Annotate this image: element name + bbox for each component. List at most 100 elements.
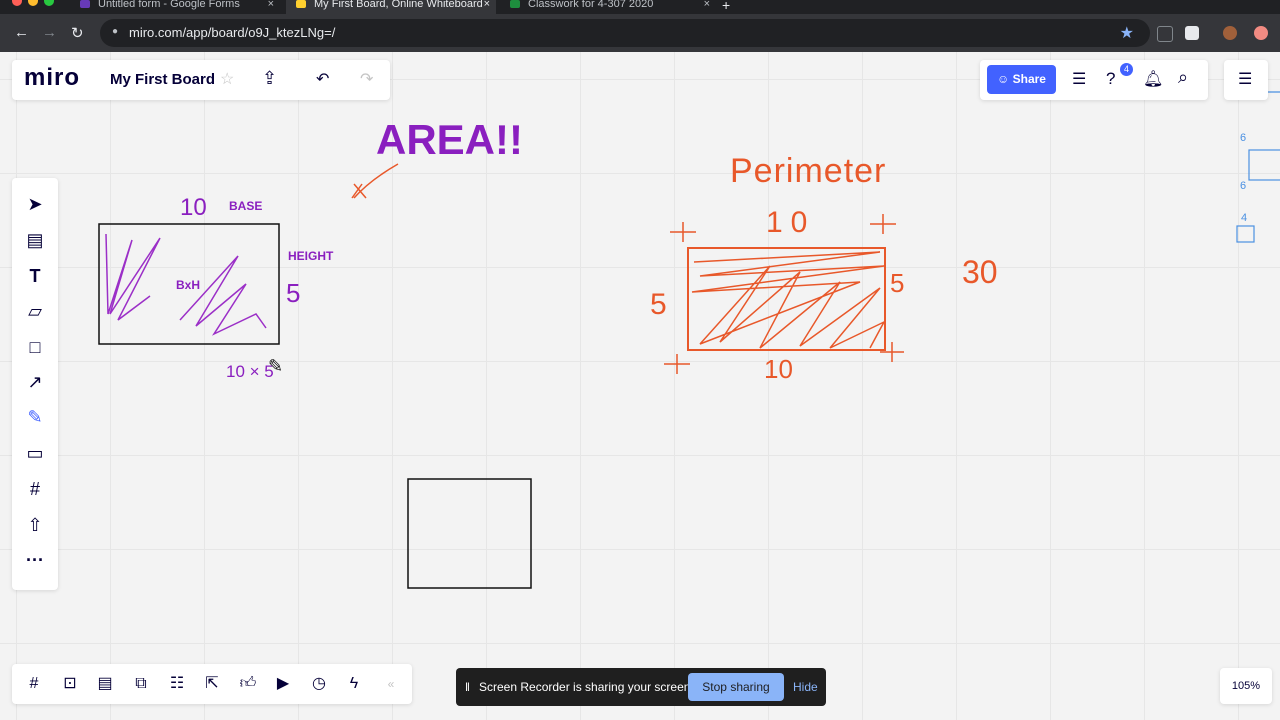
height-value: 5 — [286, 278, 301, 308]
more-tools-icon[interactable]: ··· — [24, 549, 46, 571]
arrow-x-mark — [351, 183, 367, 199]
search-icon[interactable]: ⌕ — [1178, 67, 1188, 88]
select-cursor-icon[interactable]: ➤ — [24, 193, 46, 215]
classroom-icon — [510, 0, 520, 8]
close-icon[interactable]: × — [268, 0, 274, 10]
back-icon[interactable]: ← — [14, 24, 29, 41]
arrow-line-icon[interactable]: ↗ — [24, 371, 46, 393]
minimize-window-dot[interactable] — [28, 0, 38, 6]
voting-icon[interactable]: 👍︎ — [237, 673, 259, 695]
pen-cursor-icon: ✎ — [268, 356, 284, 376]
url-text[interactable]: miro.com/app/board/o9J_ktezLNg=/ — [129, 25, 335, 40]
frame-icon[interactable]: # — [24, 478, 46, 500]
empty-square[interactable] — [407, 478, 532, 589]
reload-icon[interactable]: ↻ — [71, 24, 84, 42]
upload-file-icon[interactable]: ⇧ — [24, 514, 46, 536]
frames-icon[interactable]: # — [23, 673, 45, 695]
upload-icon[interactable]: ⇪ — [262, 68, 277, 89]
edge-label: 4 — [1241, 212, 1248, 224]
lightning-icon[interactable]: ϟ — [343, 673, 365, 695]
edge-label: 6 — [1240, 180, 1247, 192]
settings-sliders-icon[interactable]: ☰ — [1072, 69, 1086, 89]
stop-sharing-button[interactable]: Stop sharing — [688, 673, 784, 701]
pause-icon: ‖ — [465, 680, 470, 694]
profile-avatar[interactable] — [1223, 26, 1237, 40]
close-icon[interactable]: × — [484, 0, 490, 10]
hide-button[interactable]: Hide — [793, 680, 818, 694]
browser-tab-bar: Untitled form - Google Forms × My First … — [0, 0, 1280, 14]
area-title[interactable]: AREA!! — [376, 116, 523, 164]
share-label: Share — [1012, 72, 1046, 86]
video-chat-icon[interactable]: ▶ — [272, 673, 294, 695]
star-icon[interactable]: ☆ — [220, 69, 234, 89]
tab-title: My First Board, Online Whiteboard — [314, 0, 483, 10]
screen-share-icon[interactable]: ⧉ — [130, 673, 152, 695]
card-icon[interactable]: ⊡ — [59, 673, 81, 695]
board-drawings — [98, 91, 1280, 589]
undo-icon[interactable]: ↶ — [316, 69, 329, 89]
omnibox[interactable]: ● miro.com/app/board/o9J_ktezLNg=/ ★ — [100, 19, 1150, 47]
base-value: 10 — [180, 194, 207, 221]
miro-logo[interactable]: miro — [24, 64, 80, 92]
tab-classwork[interactable]: Classwork for 4-307 2020 × — [506, 0, 716, 14]
comment-icon[interactable]: ▭ — [24, 442, 46, 464]
help-icon[interactable]: ? — [1106, 69, 1115, 89]
extension-dot-icon[interactable] — [1254, 26, 1268, 40]
address-bar-row: ← → ↻ ● miro.com/app/board/o9J_ktezLNg=/… — [0, 14, 1280, 52]
perimeter-title: Perimeter — [730, 152, 887, 190]
area-scribble-right — [179, 255, 267, 336]
comments-icon[interactable]: ▤ — [94, 673, 116, 695]
timer-icon[interactable]: ◷ — [308, 673, 330, 695]
users-icon: ☺ — [997, 72, 1013, 86]
maximize-window-dot[interactable] — [44, 0, 54, 6]
lock-icon: ● — [112, 26, 119, 37]
sticky-note-icon[interactable]: ▱ — [24, 300, 46, 322]
export-icon[interactable]: ⇱ — [201, 673, 223, 695]
board-list-icon[interactable]: ☰ — [1238, 69, 1252, 89]
pen-icon[interactable]: ✎ — [24, 406, 46, 428]
perimeter-top-value: 10 — [766, 206, 816, 239]
kanban-icon[interactable]: ☷ — [166, 673, 188, 695]
perimeter-total: 30 — [962, 254, 998, 290]
miro-icon — [296, 0, 306, 8]
forward-icon[interactable]: → — [42, 24, 57, 41]
height-label[interactable]: HEIGHT — [288, 249, 333, 263]
bookmark-star-icon[interactable]: ★ — [1120, 23, 1134, 43]
plus-mark — [670, 222, 696, 242]
close-window-dot[interactable] — [12, 0, 22, 6]
collapse-icon[interactable]: « — [380, 673, 402, 695]
small-square[interactable] — [1236, 225, 1255, 243]
shape-square-icon[interactable]: □ — [24, 336, 46, 358]
formula-label[interactable]: BxH — [176, 278, 200, 292]
templates-icon[interactable]: ▤ — [24, 229, 46, 251]
forms-icon — [80, 0, 90, 8]
text-icon[interactable]: T — [24, 265, 46, 287]
notification-message: Screen Recorder is sharing your screen. — [479, 680, 694, 694]
perimeter-right-value: 5 — [890, 268, 905, 298]
perimeter-left-value: 5 — [650, 288, 667, 321]
extension-grid-icon[interactable] — [1157, 26, 1173, 42]
board-title[interactable]: My First Board — [110, 71, 215, 88]
perimeter-scribble — [691, 251, 886, 349]
close-icon[interactable]: × — [704, 0, 710, 10]
plus-mark — [870, 214, 896, 234]
help-badge: 4 — [1120, 63, 1133, 76]
area-scribble-left — [105, 233, 161, 321]
zoom-level[interactable]: 105% — [1220, 668, 1272, 704]
tab-miro-board[interactable]: My First Board, Online Whiteboard × — [286, 0, 496, 14]
base-label[interactable]: BASE — [229, 199, 262, 213]
tab-title: Untitled form - Google Forms — [98, 0, 240, 10]
area-calculation: 10 × 5 — [226, 362, 274, 381]
new-tab-button[interactable]: + — [722, 0, 742, 14]
redo-icon[interactable]: ↷ — [360, 69, 373, 89]
edge-label: 6 — [1240, 132, 1247, 144]
extension-record-icon[interactable] — [1185, 26, 1199, 40]
arrow-mark — [353, 163, 399, 199]
bell-icon[interactable]: 🔔︎ — [1143, 69, 1163, 89]
tab-google-forms[interactable]: Untitled form - Google Forms × — [80, 0, 280, 14]
plus-mark — [664, 354, 690, 374]
cropped-shape[interactable] — [1248, 149, 1280, 181]
perimeter-bottom-value: 10 — [764, 354, 793, 384]
plus-mark — [880, 342, 904, 362]
share-button[interactable]: ☺ Share — [987, 65, 1056, 94]
